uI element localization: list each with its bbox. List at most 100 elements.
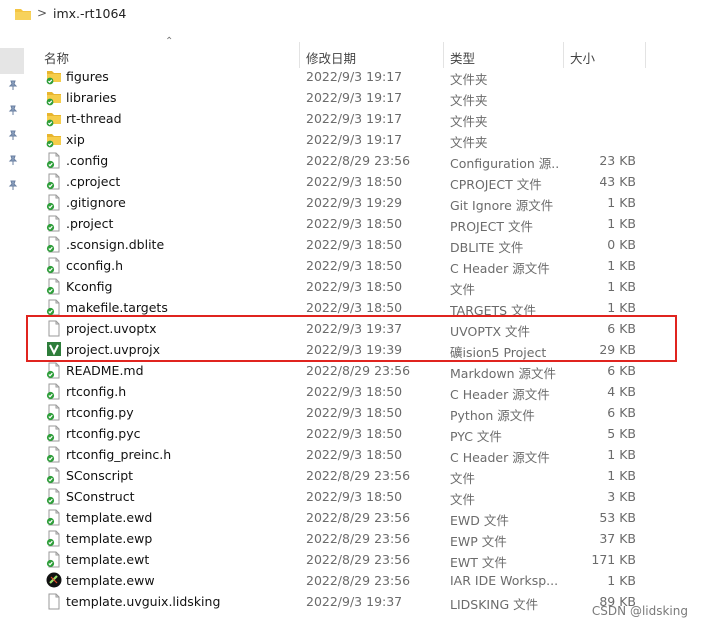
file-type: Git Ignore 源文件: [450, 198, 554, 213]
file-name: makefile.targets: [66, 300, 168, 315]
file-row[interactable]: libraries 2022/9/3 19:17 文件夹: [0, 87, 702, 108]
file-name: .sconsign.dblite: [66, 237, 165, 252]
file-type: CPROJECT 文件: [450, 177, 542, 192]
file-size: 5 KB: [607, 426, 636, 441]
file-size: 1 KB: [607, 279, 636, 294]
column-type[interactable]: 类型: [450, 48, 475, 67]
synced-file-icon: [46, 173, 62, 190]
file-row[interactable]: rt-thread 2022/9/3 19:17 文件夹: [0, 108, 702, 129]
file-modified-date: 2022/9/3 18:50: [306, 384, 403, 399]
file-row[interactable]: .sconsign.dblite 2022/9/3 18:50 DBLITE 文件 0…: [0, 234, 702, 255]
file-modified-date: 2022/9/3 19:37: [306, 594, 403, 609]
synced-file-icon: [46, 488, 62, 505]
breadcrumb-current-folder[interactable]: imx.-rt1064: [53, 6, 126, 21]
file-row[interactable]: Kconfig 2022/9/3 18:50 文件 1 KB: [0, 276, 702, 297]
file-name: template.ewp: [66, 531, 153, 546]
address-bar[interactable]: > imx.-rt1064: [0, 0, 702, 28]
file-row[interactable]: xip 2022/9/3 19:17 文件夹: [0, 129, 702, 150]
synced-file-icon: [46, 362, 62, 379]
file-row[interactable]: cconfig.h 2022/9/3 18:50 C Header 源文件 1 KB: [0, 255, 702, 276]
file-row[interactable]: SConscript 2022/8/29 23:56 文件 1 KB: [0, 465, 702, 486]
column-divider[interactable]: [563, 42, 564, 68]
column-divider[interactable]: [645, 42, 646, 68]
file-row[interactable]: template.ewd 2022/8/29 23:56 EWD 文件 53 KB: [0, 507, 702, 528]
file-name: rtconfig_preinc.h: [66, 447, 172, 462]
file-size: 3 KB: [607, 489, 636, 504]
column-size[interactable]: 大小: [570, 48, 595, 67]
file-name: cconfig.h: [66, 258, 124, 273]
synced-file-icon: [46, 530, 62, 547]
folder-icon: [14, 7, 32, 24]
file-modified-date: 2022/9/3 18:50: [306, 300, 403, 315]
synced-file-icon: [46, 194, 62, 211]
file-row[interactable]: README.md 2022/8/29 23:56 Markdown 源文件 6 KB: [0, 360, 702, 381]
file-name: template.ewt: [66, 552, 150, 567]
iar-workspace-icon: [46, 572, 62, 589]
file-row[interactable]: rtconfig_preinc.h 2022/9/3 18:50 C Header …: [0, 444, 702, 465]
file-size: 1 KB: [607, 447, 636, 462]
file-type: Python 源文件: [450, 408, 535, 423]
file-size: 6 KB: [607, 363, 636, 378]
file-row[interactable]: rtconfig.pyc 2022/9/3 18:50 PYC 文件 5 KB: [0, 423, 702, 444]
synced-file-icon: [46, 446, 62, 463]
file-size: 1 KB: [607, 258, 636, 273]
file-name: SConstruct: [66, 489, 135, 504]
file-modified-date: 2022/9/3 19:17: [306, 69, 403, 84]
file-modified-date: 2022/9/3 19:17: [306, 132, 403, 147]
file-row[interactable]: .cproject 2022/9/3 18:50 CPROJECT 文件 43 KB: [0, 171, 702, 192]
synced-file-icon: [46, 257, 62, 274]
file-name: .cproject: [66, 174, 121, 189]
file-size: 1 KB: [607, 468, 636, 483]
column-modified[interactable]: 修改日期: [306, 48, 356, 67]
file-name: xip: [66, 132, 85, 147]
file-modified-date: 2022/9/3 18:50: [306, 216, 403, 231]
file-type: 文件夹: [450, 93, 488, 108]
column-header: 名称 修改日期 类型 大小: [0, 42, 702, 68]
file-modified-date: 2022/9/3 18:50: [306, 489, 403, 504]
file-modified-date: 2022/9/3 18:50: [306, 237, 403, 252]
column-divider[interactable]: [299, 42, 300, 68]
file-row[interactable]: .gitignore 2022/9/3 19:29 Git Ignore 源文件 1 …: [0, 192, 702, 213]
file-modified-date: 2022/9/3 19:17: [306, 111, 403, 126]
synced-file-icon: [46, 404, 62, 421]
file-row[interactable]: rtconfig.py 2022/9/3 18:50 Python 源文件 6 KB: [0, 402, 702, 423]
file-row[interactable]: SConstruct 2022/9/3 18:50 文件 3 KB: [0, 486, 702, 507]
file-row[interactable]: .project 2022/9/3 18:50 PROJECT 文件 1 KB: [0, 213, 702, 234]
file-modified-date: 2022/8/29 23:56: [306, 552, 411, 567]
file-row[interactable]: figures 2022/9/3 19:17 文件夹: [0, 66, 702, 87]
synced-file-icon: [46, 467, 62, 484]
file-type: 文件夹: [450, 72, 488, 87]
file-type: IAR IDE Worksp...: [450, 573, 558, 588]
file-modified-date: 2022/8/29 23:56: [306, 153, 411, 168]
file-name: figures: [66, 69, 109, 84]
file-row[interactable]: template.ewp 2022/8/29 23:56 EWP 文件 37 KB: [0, 528, 702, 549]
file-size: 171 KB: [591, 552, 636, 567]
file-type: EWT 文件: [450, 555, 507, 570]
file-type: 文件夹: [450, 114, 488, 129]
file-type: C Header 源文件: [450, 261, 550, 276]
file-modified-date: 2022/8/29 23:56: [306, 510, 411, 525]
file-row[interactable]: rtconfig.h 2022/9/3 18:50 C Header 源文件 4 KB: [0, 381, 702, 402]
file-size: 0 KB: [607, 237, 636, 252]
file-row[interactable]: .config 2022/8/29 23:56 Configuration 源...…: [0, 150, 702, 171]
file-name: README.md: [66, 363, 144, 378]
file-type: 文件: [450, 492, 476, 507]
synced-file-icon: [46, 299, 62, 316]
file-size: 1 KB: [607, 300, 636, 315]
synced-file-icon: [46, 425, 62, 442]
column-name[interactable]: 名称: [44, 48, 69, 67]
file-row[interactable]: template.ewt 2022/8/29 23:56 EWT 文件 171 KB: [0, 549, 702, 570]
file-modified-date: 2022/8/29 23:56: [306, 363, 411, 378]
file-type: EWD 文件: [450, 513, 509, 528]
file-size: 43 KB: [599, 174, 636, 189]
file-type: EWP 文件: [450, 534, 507, 549]
file-modified-date: 2022/9/3 19:17: [306, 90, 403, 105]
file-row[interactable]: template.eww 2022/8/29 23:56 IAR IDE Works…: [0, 570, 702, 591]
file-modified-date: 2022/9/3 18:50: [306, 405, 403, 420]
file-type: C Header 源文件: [450, 387, 550, 402]
column-divider[interactable]: [443, 42, 444, 68]
file-name: .config: [66, 153, 109, 168]
file-name: rtconfig.h: [66, 384, 127, 399]
file-name: template.ewd: [66, 510, 153, 525]
file-size: 23 KB: [599, 153, 636, 168]
